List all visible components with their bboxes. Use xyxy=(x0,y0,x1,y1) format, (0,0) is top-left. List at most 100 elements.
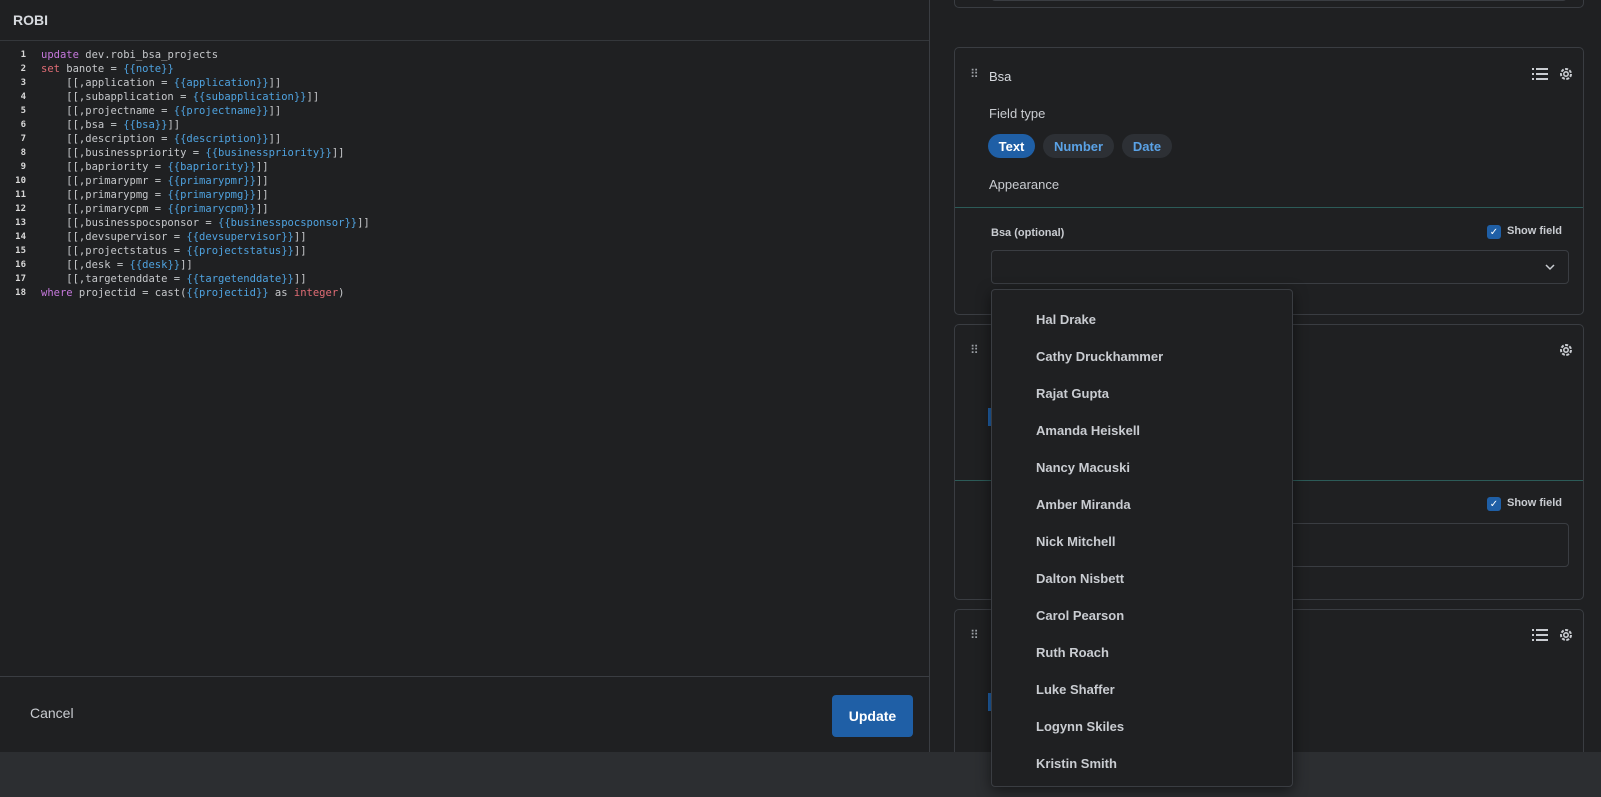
code-token: {{businesspriority}} xyxy=(205,147,332,159)
field-type-number-option[interactable]: Number xyxy=(1043,134,1114,158)
code-token: {{subapplication}} xyxy=(192,91,307,103)
field-type-date-option[interactable]: Date xyxy=(1122,134,1172,158)
editor-footer: Cancel Update xyxy=(0,676,929,752)
code-token: ]] xyxy=(293,245,307,257)
code-token: [[,description = xyxy=(41,133,174,145)
code-token: [[,businesspocsponsor = xyxy=(41,217,219,229)
section-divider xyxy=(955,207,1583,208)
code-token: {{projectname}} xyxy=(173,105,269,117)
line-number: 5 xyxy=(20,106,26,116)
show-field-checkbox[interactable]: ✓ xyxy=(1487,497,1501,511)
dropdown-option[interactable]: Nancy Macuski xyxy=(992,449,1292,486)
field-type-label: Field type xyxy=(989,106,1046,121)
drag-handle-icon[interactable]: ⠿ xyxy=(970,628,979,642)
code-token: ]] xyxy=(255,203,269,215)
field-type-text-option[interactable]: Text xyxy=(988,134,1035,158)
dropdown-option[interactable]: Dalton Nisbett xyxy=(992,560,1292,597)
show-field-checkbox[interactable]: ✓ xyxy=(1487,225,1501,239)
gear-icon[interactable] xyxy=(1557,341,1575,359)
previous-input-field[interactable] xyxy=(991,0,1567,1)
code-token: {{desk}} xyxy=(129,259,181,271)
dropdown-option[interactable]: Kristin Smith xyxy=(992,745,1292,782)
line-number: 11 xyxy=(15,190,26,200)
code-line: 11 [[,primarypmg = {{primarypmg}}]] xyxy=(0,188,929,202)
gear-icon[interactable] xyxy=(1557,626,1575,644)
dropdown-option[interactable]: Hal Drake xyxy=(992,301,1292,338)
code-token: ]] xyxy=(180,259,193,271)
line-number: 10 xyxy=(15,176,26,186)
code-token: [[,projectstatus = xyxy=(41,245,187,257)
list-icon[interactable] xyxy=(1531,65,1549,83)
line-number: 2 xyxy=(20,64,26,74)
code-text: [[,description = {{description}}]] xyxy=(30,132,281,146)
show-field-label: Show field xyxy=(1507,225,1562,237)
code-token: [[,primarypmr = xyxy=(41,175,168,187)
code-token: {{projectid}} xyxy=(186,287,269,299)
code-line: 1 update dev.robi_bsa_projects xyxy=(0,48,929,62)
sql-code-editor[interactable]: 1 update dev.robi_bsa_projects 2 set banote… xyxy=(0,48,929,676)
code-token: ]] xyxy=(268,105,282,117)
dropdown-option[interactable]: Luke Shaffer xyxy=(992,671,1292,708)
dropdown-option[interactable]: Rajat Gupta xyxy=(992,375,1292,412)
dropdown-option[interactable]: Ruth Roach xyxy=(992,634,1292,671)
line-number: 8 xyxy=(20,148,26,158)
code-line: 14 [[,devsupervisor = {{devsupervisor}}]… xyxy=(0,230,929,244)
dropdown-option[interactable]: Nick Mitchell xyxy=(992,523,1292,560)
code-token: [[,targetenddate = xyxy=(41,273,187,285)
code-token: {{note}} xyxy=(123,63,174,75)
code-token: {{targetenddate}} xyxy=(186,273,294,285)
code-token: dev.robi_bsa_projects xyxy=(78,49,219,61)
line-number: 6 xyxy=(20,120,26,130)
dropdown-option[interactable]: Amber Miranda xyxy=(992,486,1292,523)
code-token: {{description}} xyxy=(173,133,269,145)
code-text: [[,businesspocsponsor = {{businesspocspo… xyxy=(30,216,369,230)
line-number: 1 xyxy=(20,50,26,60)
code-text: [[,bapriority = {{bapriority}}]] xyxy=(30,160,268,174)
dropdown-option[interactable]: Carol Pearson xyxy=(992,597,1292,634)
code-token: ]] xyxy=(293,273,307,285)
line-number: 18 xyxy=(15,288,26,298)
code-token: ]] xyxy=(293,231,307,243)
code-token: [[,businesspriority = xyxy=(41,147,206,159)
code-line: 18 where projectid = cast({{projectid}} a… xyxy=(0,286,929,300)
code-token: {{primarycpm}} xyxy=(167,203,256,215)
code-token: projectid = cast( xyxy=(72,287,187,299)
code-line: 12 [[,primarycpm = {{primarycpm}}]] xyxy=(0,202,929,216)
bsa-select-input[interactable] xyxy=(991,250,1569,284)
drag-handle-icon[interactable]: ⠿ xyxy=(970,67,979,81)
code-line: 15 [[,projectstatus = {{projectstatus}}]… xyxy=(0,244,929,258)
editor-header: ROBI xyxy=(0,0,929,41)
field-label-text: Bsa xyxy=(991,227,1012,239)
code-token: {{projectstatus}} xyxy=(186,245,294,257)
code-token: ]] xyxy=(306,91,320,103)
dropdown-option[interactable]: Cathy Druckhammer xyxy=(992,338,1292,375)
update-button[interactable]: Update xyxy=(832,695,913,737)
line-number: 3 xyxy=(20,78,26,88)
code-token: [[,primarypmg = xyxy=(41,189,168,201)
show-field-label: Show field xyxy=(1507,497,1562,509)
code-text: [[,devsupervisor = {{devsupervisor}}]] xyxy=(30,230,307,244)
parameter-card-bsa: ⠿ Bsa Field type Text Number Date Appear… xyxy=(954,47,1584,315)
code-text: [[,projectname = {{projectname}}]] xyxy=(30,104,281,118)
dropdown-option[interactable]: Amanda Heiskell xyxy=(992,412,1292,449)
optional-label: (optional) xyxy=(1014,227,1065,239)
code-line: 2 set banote = {{note}} xyxy=(0,62,929,76)
code-token: ]] xyxy=(255,189,269,201)
code-line: 5 [[,projectname = {{projectname}}]] xyxy=(0,104,929,118)
code-token: set xyxy=(41,63,60,75)
appearance-label: Appearance xyxy=(989,177,1060,192)
code-line: 10 [[,primarypmr = {{primarypmr}}]] xyxy=(0,174,929,188)
code-text: [[,primarypmg = {{primarypmg}}]] xyxy=(30,188,269,202)
chevron-down-icon xyxy=(1544,260,1556,278)
code-token: {{primarypmg}} xyxy=(167,189,256,201)
cancel-button[interactable]: Cancel xyxy=(30,705,74,721)
gear-icon[interactable] xyxy=(1557,65,1575,83)
line-number: 14 xyxy=(15,232,26,242)
list-icon[interactable] xyxy=(1531,626,1549,644)
line-number: 13 xyxy=(15,218,26,228)
dropdown-option[interactable]: Logynn Skiles xyxy=(992,708,1292,745)
code-text: set banote = {{note}} xyxy=(30,62,174,76)
line-number: 9 xyxy=(20,162,26,172)
line-number: 12 xyxy=(15,204,26,214)
drag-handle-icon[interactable]: ⠿ xyxy=(970,343,979,357)
